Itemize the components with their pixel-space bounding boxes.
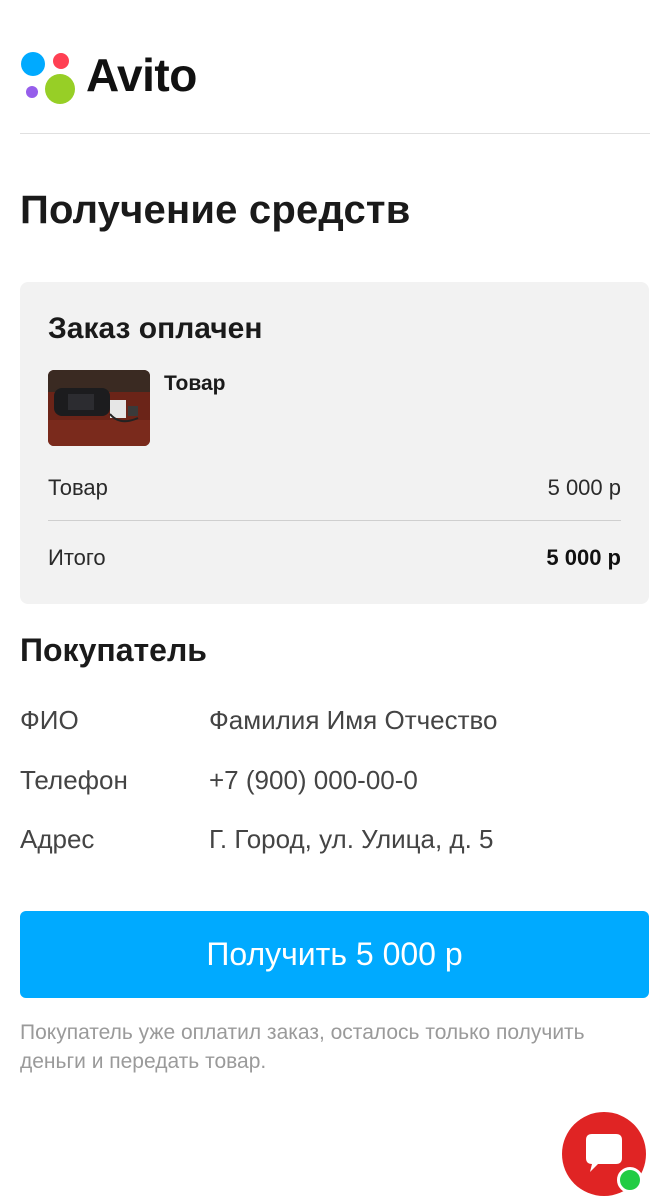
buyer-address-label: Адрес (20, 824, 95, 854)
buyer-name-label: ФИО (20, 705, 79, 735)
buyer-phone-value: +7 (900) 000-00-0 (209, 765, 418, 795)
product-name[interactable]: Товар (164, 372, 225, 396)
brand-name[interactable]: Avito (86, 48, 197, 102)
receive-money-button[interactable]: Получить 5 000 р (20, 911, 649, 998)
order-card: Заказ оплачен Товар Товар 5 000 р Итого … (20, 282, 649, 604)
header-divider (20, 133, 650, 134)
line-value-total: 5 000 р (546, 545, 621, 570)
card-divider (48, 520, 621, 521)
avito-logo-dots-icon (21, 52, 75, 104)
buyer-phone-label: Телефон (20, 765, 128, 795)
page-title: Получение средств (20, 188, 411, 232)
buyer-section-title: Покупатель (20, 632, 207, 668)
buyer-name-value: Фамилия Имя Отчество (209, 705, 498, 735)
header: Avito (20, 48, 650, 110)
buyer-address-value: Г. Город, ул. Улица, д. 5 (209, 824, 494, 854)
line-label-total: Итого (48, 545, 106, 570)
online-status-icon (617, 1167, 643, 1193)
info-note: Покупатель уже оплатил заказ, осталось т… (20, 1021, 585, 1073)
product-thumbnail[interactable] (48, 370, 150, 446)
line-label-item: Товар (48, 475, 108, 500)
line-value-item: 5 000 р (547, 475, 621, 500)
order-status: Заказ оплачен (48, 312, 263, 345)
